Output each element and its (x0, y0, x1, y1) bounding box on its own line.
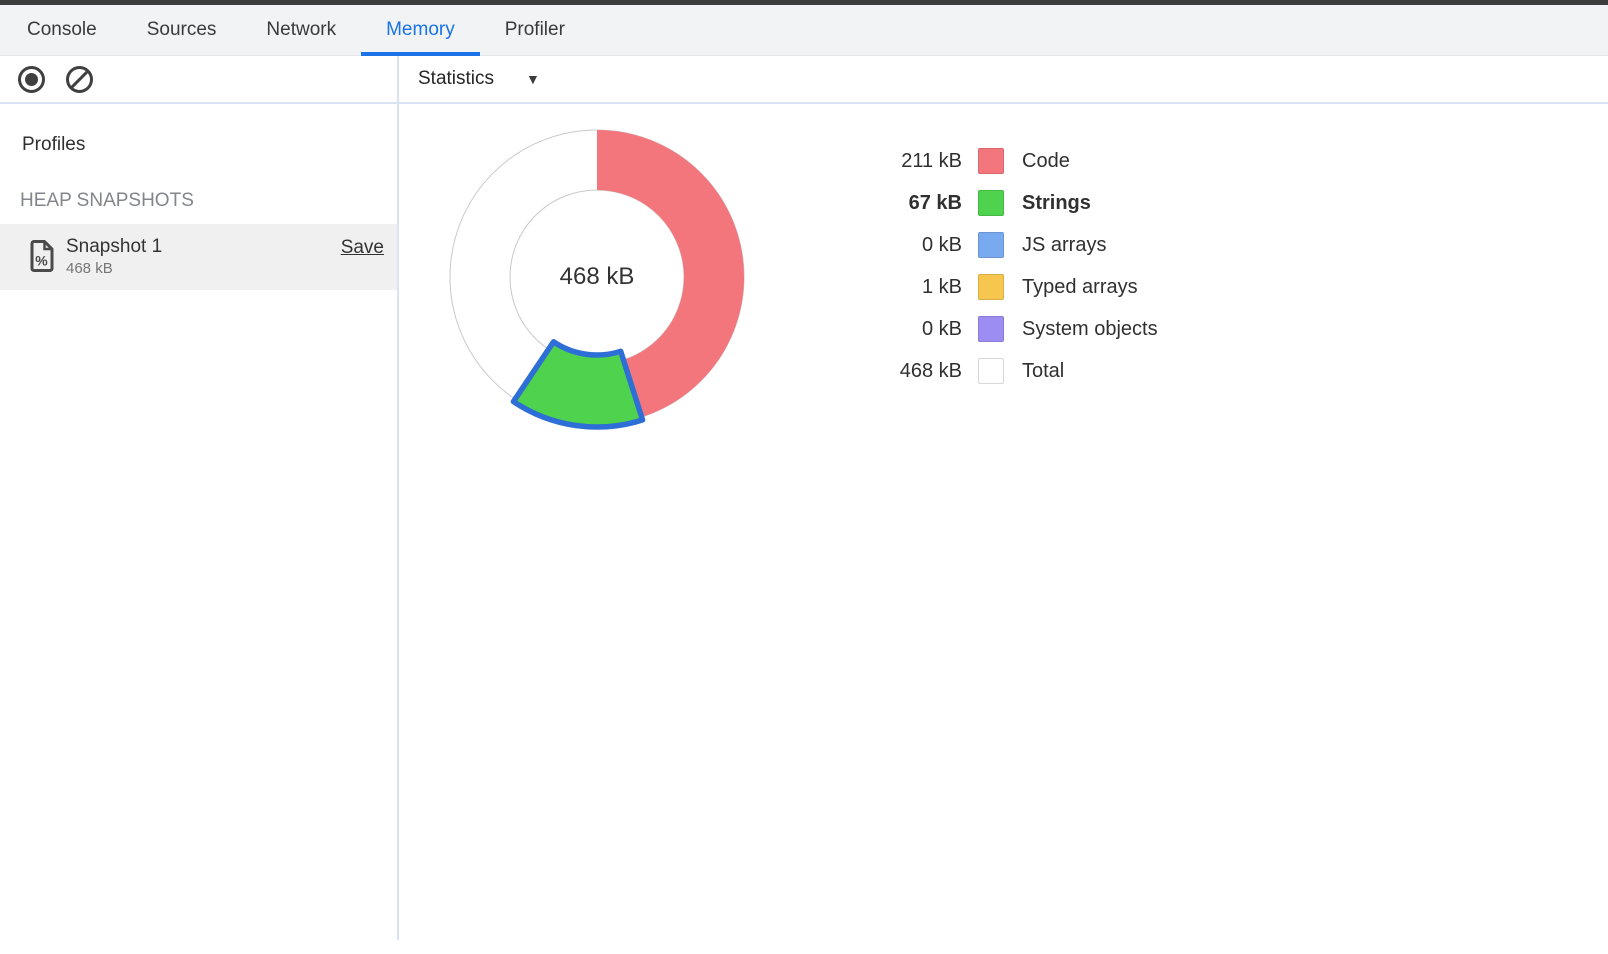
legend-row-total[interactable]: 468 kB Total (857, 350, 1158, 392)
heap-snapshots-section-title: HEAP SNAPSHOTS (20, 190, 194, 212)
tab-memory[interactable]: Memory (361, 5, 480, 55)
legend-label: Code (1022, 150, 1070, 173)
legend-label: Typed arrays (1022, 276, 1138, 299)
chevron-down-icon: ▼ (526, 71, 540, 87)
legend-swatch-strings (978, 190, 1004, 216)
legend-row-strings[interactable]: 67 kB Strings (857, 182, 1158, 224)
snapshot-name: Snapshot 1 (66, 236, 162, 258)
tab-network[interactable]: Network (241, 5, 361, 55)
heap-snapshot-file-icon: % (30, 239, 55, 273)
snapshot-size: 468 kB (66, 260, 113, 277)
legend-label: JS arrays (1022, 234, 1106, 257)
legend-label: System objects (1022, 318, 1158, 341)
legend-value: 211 kB (857, 150, 962, 173)
legend-swatch-code (978, 148, 1004, 174)
legend-label: Strings (1022, 192, 1091, 215)
legend-row-system-objects[interactable]: 0 kB System objects (857, 308, 1158, 350)
legend-swatch-total (978, 358, 1004, 384)
legend-row-code[interactable]: 211 kB Code (857, 140, 1158, 182)
tab-console[interactable]: Console (2, 5, 122, 55)
legend-value: 0 kB (857, 318, 962, 341)
devtools-tabbar: ConsoleSourcesNetworkMemoryProfiler (0, 5, 1608, 56)
clear-profiles-icon[interactable] (66, 66, 93, 93)
legend-swatch-system-objects (978, 316, 1004, 342)
statistics-view: 468 kB 211 kB Code 67 kB Strings 0 kB JS arra… (399, 104, 1608, 954)
profiles-sidebar: Profiles HEAP SNAPSHOTS % Snapshot 1 468… (0, 104, 397, 954)
pie-slice-strings[interactable] (513, 342, 642, 427)
save-snapshot-link[interactable]: Save (341, 237, 384, 259)
toolbar-left-group (18, 56, 93, 102)
pie-center-total-label: 468 kB (560, 263, 635, 291)
legend-value: 1 kB (857, 276, 962, 299)
tab-sources[interactable]: Sources (122, 5, 242, 55)
profiles-title: Profiles (22, 134, 85, 156)
legend-row-js-arrays[interactable]: 0 kB JS arrays (857, 224, 1158, 266)
legend-value: 67 kB (857, 192, 962, 215)
perspective-dropdown[interactable]: Statistics ▼ (418, 56, 540, 102)
legend-swatch-js-arrays (978, 232, 1004, 258)
perspective-dropdown-label: Statistics (418, 68, 494, 90)
pie-legend: 211 kB Code 67 kB Strings 0 kB JS arrays 1 kB T… (857, 140, 1158, 392)
record-icon[interactable] (18, 66, 45, 93)
snapshot-list-item[interactable]: % Snapshot 1 468 kB Save (0, 224, 397, 290)
legend-swatch-typed-arrays (978, 274, 1004, 300)
record-dot (25, 73, 38, 86)
memory-toolbar: Statistics ▼ (0, 56, 1608, 104)
legend-label: Total (1022, 360, 1064, 383)
legend-value: 0 kB (857, 234, 962, 257)
legend-row-typed-arrays[interactable]: 1 kB Typed arrays (857, 266, 1158, 308)
svg-text:%: % (35, 253, 48, 269)
legend-value: 468 kB (857, 360, 962, 383)
tab-profiler[interactable]: Profiler (480, 5, 590, 55)
